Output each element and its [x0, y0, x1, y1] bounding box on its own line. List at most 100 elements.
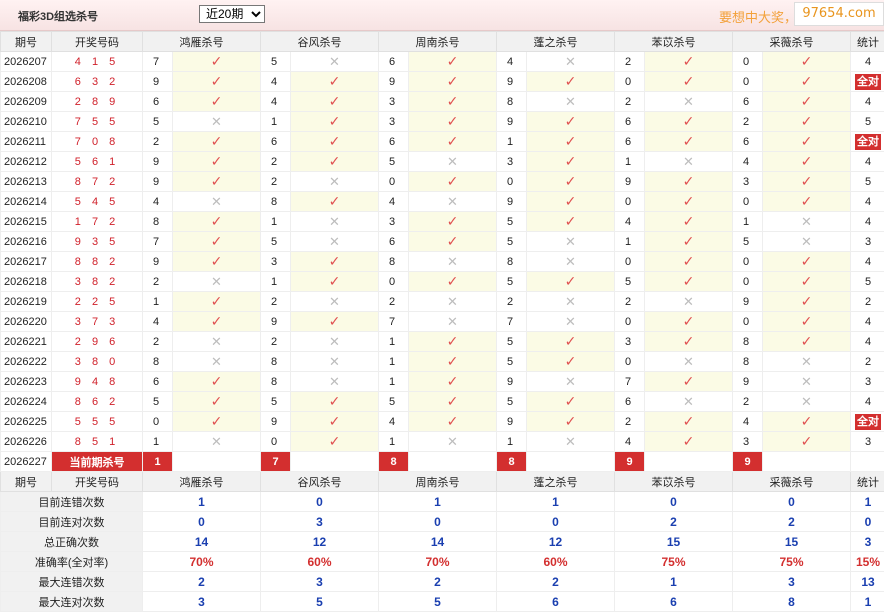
column-header: 周南杀号 — [379, 32, 497, 52]
kill-digit: 2 — [615, 292, 645, 312]
kill-digit: 0 — [261, 432, 291, 452]
check-icon: ✓ — [329, 393, 341, 409]
kill-result: ✓ — [409, 412, 497, 432]
issue-number: 2026213 — [1, 172, 52, 192]
kill-result: ✓ — [291, 152, 379, 172]
kill-digit: 0 — [497, 172, 527, 192]
kill-result: ✓ — [173, 312, 261, 332]
issue-number: 2026209 — [1, 92, 52, 112]
cross-icon: ✕ — [683, 394, 694, 409]
check-icon: ✓ — [447, 133, 459, 149]
column-header: 周南杀号 — [379, 472, 497, 492]
kill-digit: 8 — [261, 352, 291, 372]
stat-value: 0 — [261, 492, 379, 512]
kill-result: ✕ — [763, 232, 851, 252]
draw-row: 20262223 8 08✕8✕1✓5✓0✕8✕2 — [1, 352, 884, 372]
row-count: 4 — [851, 252, 884, 272]
kill-result: ✓ — [527, 412, 615, 432]
cross-icon: ✕ — [211, 334, 222, 349]
cross-icon: ✕ — [801, 354, 812, 369]
kill-digit: 0 — [733, 312, 763, 332]
check-icon: ✓ — [447, 273, 459, 289]
kill-result: ✕ — [645, 152, 733, 172]
check-icon: ✓ — [211, 53, 223, 69]
kill-digit: 3 — [379, 92, 409, 112]
cross-icon: ✕ — [211, 434, 222, 449]
stat-value: 1 — [615, 572, 733, 592]
kill-digit: 0 — [615, 72, 645, 92]
row-count: 5 — [851, 172, 884, 192]
kill-result: ✓ — [763, 332, 851, 352]
kill-result: ✕ — [409, 292, 497, 312]
column-header: 苯苡杀号 — [615, 32, 733, 52]
check-icon: ✓ — [447, 233, 459, 249]
kill-digit: 8 — [497, 92, 527, 112]
empty-cell — [173, 452, 261, 472]
kill-result: ✓ — [645, 212, 733, 232]
kill-result: ✕ — [409, 312, 497, 332]
kill-result: ✓ — [409, 212, 497, 232]
kill-digit: 1 — [261, 272, 291, 292]
kill-result: ✓ — [527, 272, 615, 292]
kill-result: ✓ — [527, 192, 615, 212]
cross-icon: ✕ — [447, 294, 458, 309]
kill-result: ✓ — [645, 52, 733, 72]
check-icon: ✓ — [565, 333, 577, 349]
issue-number: 2026215 — [1, 212, 52, 232]
cross-icon: ✕ — [447, 154, 458, 169]
kill-result: ✕ — [763, 392, 851, 412]
kill-result: ✕ — [527, 252, 615, 272]
row-count: 4 — [851, 92, 884, 112]
kill-digit: 1 — [615, 232, 645, 252]
issue-number: 2026226 — [1, 432, 52, 452]
empty-cell — [763, 452, 851, 472]
kill-result: ✓ — [645, 432, 733, 452]
kill-digit: 1 — [379, 332, 409, 352]
kill-result: ✓ — [291, 432, 379, 452]
check-icon: ✓ — [565, 353, 577, 369]
kill-result: ✓ — [173, 92, 261, 112]
kill-digit: 3 — [615, 332, 645, 352]
kill-digit: 5 — [143, 392, 173, 412]
empty-cell — [645, 452, 733, 472]
cross-icon: ✕ — [329, 374, 340, 389]
kill-digit: 2 — [261, 152, 291, 172]
draw-row: 20262255 5 50✓9✓4✓9✓2✓4✓全对 — [1, 412, 884, 432]
kill-digit: 6 — [379, 132, 409, 152]
kill-result: ✓ — [409, 72, 497, 92]
cross-icon: ✕ — [683, 294, 694, 309]
kill-digit: 8 — [733, 352, 763, 372]
kill-digit: 4 — [615, 212, 645, 232]
column-header: 谷风杀号 — [261, 472, 379, 492]
kill-digit: 2 — [143, 332, 173, 352]
kill-result: ✕ — [527, 92, 615, 112]
kill-result: ✕ — [527, 232, 615, 252]
kill-digit: 9 — [379, 72, 409, 92]
check-icon: ✓ — [329, 253, 341, 269]
period-select[interactable]: 近20期 — [199, 5, 265, 23]
kill-result: ✕ — [645, 292, 733, 312]
stat-value: 3 — [851, 532, 884, 552]
check-icon: ✓ — [801, 153, 813, 169]
kill-result: ✕ — [409, 152, 497, 172]
kill-result: ✓ — [645, 112, 733, 132]
cross-icon: ✕ — [329, 54, 340, 69]
kill-result: ✓ — [645, 312, 733, 332]
kill-result: ✕ — [291, 292, 379, 312]
check-icon: ✓ — [211, 213, 223, 229]
draw-number: 6 3 2 — [52, 72, 143, 92]
kill-result: ✓ — [409, 372, 497, 392]
kill-result: ✕ — [527, 312, 615, 332]
kill-digit: 0 — [143, 412, 173, 432]
kill-result: ✓ — [173, 52, 261, 72]
site-watermark: 97654.com — [794, 2, 884, 26]
stat-value: 60% — [497, 552, 615, 572]
kill-result: ✓ — [409, 392, 497, 412]
kill-digit: 8 — [261, 372, 291, 392]
check-icon: ✓ — [447, 393, 459, 409]
check-icon: ✓ — [211, 393, 223, 409]
row-count: 5 — [851, 112, 884, 132]
issue-number: 2026218 — [1, 272, 52, 292]
kill-result: ✕ — [409, 432, 497, 452]
check-icon: ✓ — [565, 213, 577, 229]
